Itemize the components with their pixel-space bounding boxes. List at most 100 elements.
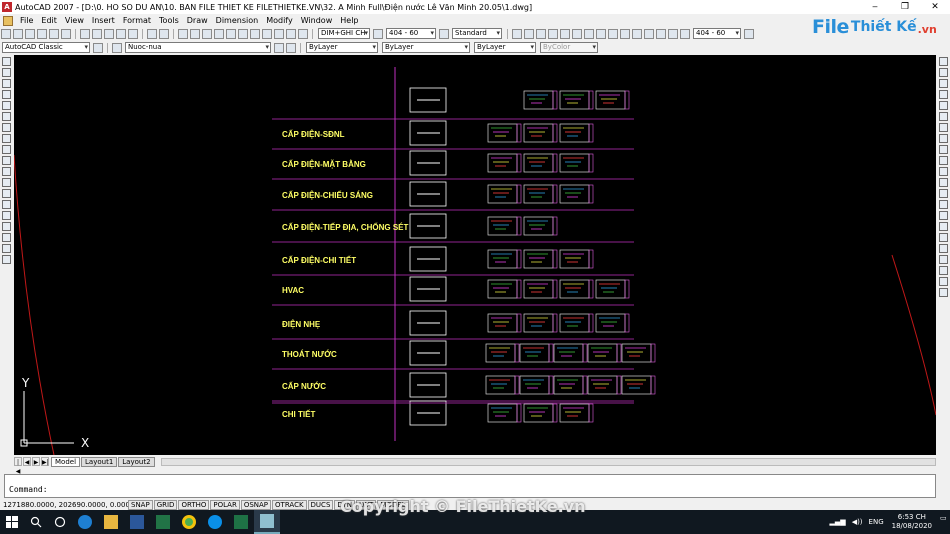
dim-break-icon[interactable] bbox=[656, 28, 666, 39]
sheet-thumbnail[interactable] bbox=[487, 123, 518, 143]
status-polar[interactable]: POLAR bbox=[210, 499, 240, 510]
tab-layout2[interactable]: Layout2 bbox=[118, 456, 155, 467]
sheet-thumbnail[interactable] bbox=[595, 313, 626, 333]
horizontal-scrollbar[interactable] bbox=[160, 457, 936, 466]
offset-icon[interactable] bbox=[939, 90, 948, 99]
menu-view[interactable]: View bbox=[61, 16, 88, 25]
chrome-app-icon[interactable] bbox=[176, 510, 202, 534]
sheet-thumbnail[interactable] bbox=[559, 184, 590, 204]
sheet-thumbnail[interactable] bbox=[487, 216, 518, 236]
sheet-thumbnail[interactable] bbox=[559, 153, 590, 173]
break-point-icon[interactable] bbox=[939, 178, 948, 187]
center-mark-icon[interactable] bbox=[680, 28, 690, 39]
trim-icon[interactable] bbox=[939, 156, 948, 165]
rectangle-icon[interactable] bbox=[2, 101, 11, 110]
sheet-thumbnail[interactable] bbox=[559, 279, 590, 299]
status-otrack[interactable]: OTRACK bbox=[272, 499, 307, 510]
notification-icon[interactable]: ▭ bbox=[940, 514, 948, 530]
undo-icon[interactable] bbox=[147, 28, 157, 39]
multiline-text-icon[interactable] bbox=[2, 255, 11, 264]
dimstyle-icon[interactable] bbox=[373, 28, 383, 39]
plotstyle-select[interactable]: ByColor bbox=[540, 42, 598, 53]
menu-file[interactable]: File bbox=[16, 16, 37, 25]
table-icon[interactable] bbox=[2, 244, 11, 253]
sheet-thumbnail[interactable] bbox=[523, 403, 554, 423]
tool-palettes-icon[interactable] bbox=[250, 28, 260, 39]
sheet-thumbnail[interactable] bbox=[523, 184, 554, 204]
sheet-thumbnail[interactable] bbox=[559, 90, 590, 110]
search-icon[interactable] bbox=[24, 510, 48, 534]
circle-icon[interactable] bbox=[2, 123, 11, 132]
dimstyle-select[interactable]: DIM+GHI CH bbox=[318, 28, 370, 39]
menu-help[interactable]: Help bbox=[336, 16, 362, 25]
markup-icon[interactable] bbox=[274, 28, 284, 39]
rotate-icon[interactable] bbox=[939, 123, 948, 132]
sheet-set-icon[interactable] bbox=[262, 28, 272, 39]
task-view-icon[interactable] bbox=[48, 510, 72, 534]
menu-edit[interactable]: Edit bbox=[37, 16, 61, 25]
dim-baseline-icon[interactable] bbox=[620, 28, 630, 39]
sheet-thumbnail[interactable] bbox=[523, 153, 554, 173]
menu-modify[interactable]: Modify bbox=[262, 16, 297, 25]
menu-insert[interactable]: Insert bbox=[88, 16, 119, 25]
file-explorer-icon[interactable] bbox=[98, 510, 124, 534]
dim-jogged-icon[interactable] bbox=[572, 28, 582, 39]
tab-nav-last[interactable]: ▶| bbox=[41, 457, 49, 466]
tab-nav-next[interactable]: ▶ bbox=[32, 457, 40, 466]
layer-manager-icon[interactable] bbox=[112, 42, 122, 53]
mirror-icon[interactable] bbox=[939, 79, 948, 88]
sheet-thumbnail[interactable] bbox=[587, 375, 618, 395]
paste-icon[interactable] bbox=[104, 28, 114, 39]
zoom-realtime-icon[interactable] bbox=[190, 28, 200, 39]
design-center-icon[interactable] bbox=[238, 28, 248, 39]
tolerance-icon[interactable] bbox=[668, 28, 678, 39]
draworder-icon[interactable] bbox=[939, 244, 948, 253]
array-icon[interactable] bbox=[939, 101, 948, 110]
sheet-thumbnail[interactable] bbox=[523, 313, 554, 333]
sheet-thumbnail[interactable] bbox=[519, 375, 550, 395]
save-icon[interactable] bbox=[25, 28, 35, 39]
scale-select[interactable]: 404 - 60 bbox=[386, 28, 436, 39]
stretch-icon[interactable] bbox=[939, 145, 948, 154]
autocad-taskbar-icon[interactable] bbox=[254, 510, 280, 534]
layer-select[interactable]: Nuoc-nua bbox=[125, 42, 271, 53]
document-icon[interactable] bbox=[3, 15, 13, 26]
menu-dimension[interactable]: Dimension bbox=[212, 16, 263, 25]
dim-linear-icon[interactable] bbox=[512, 28, 522, 39]
zoom-previous-icon[interactable] bbox=[214, 28, 224, 39]
join-icon[interactable] bbox=[939, 200, 948, 209]
block-editor-icon[interactable] bbox=[128, 28, 138, 39]
menu-draw[interactable]: Draw bbox=[183, 16, 212, 25]
sheet-thumbnail[interactable] bbox=[487, 279, 518, 299]
dim-diameter-icon[interactable] bbox=[584, 28, 594, 39]
windows-start-icon[interactable] bbox=[0, 510, 24, 534]
line-icon[interactable] bbox=[2, 57, 11, 66]
sheet-thumbnail[interactable] bbox=[523, 249, 554, 269]
open-icon[interactable] bbox=[13, 28, 23, 39]
dim-ordinate-icon[interactable] bbox=[548, 28, 558, 39]
dim-space-icon[interactable] bbox=[644, 28, 654, 39]
scale-select-2[interactable]: 404 - 60 bbox=[693, 28, 741, 39]
zoom-window-icon[interactable] bbox=[202, 28, 212, 39]
construction-line-icon[interactable] bbox=[2, 68, 11, 77]
dim-angular-icon[interactable] bbox=[596, 28, 606, 39]
break-icon[interactable] bbox=[939, 189, 948, 198]
sheet-thumbnail[interactable] bbox=[621, 375, 652, 395]
sheet-thumbnail[interactable] bbox=[485, 343, 516, 363]
sheet-thumbnail[interactable] bbox=[487, 184, 518, 204]
hatch-icon[interactable] bbox=[2, 211, 11, 220]
properties-icon[interactable] bbox=[226, 28, 236, 39]
make-current-layer-icon[interactable] bbox=[274, 42, 284, 53]
match-layer-icon[interactable] bbox=[939, 266, 948, 275]
make-block-icon[interactable] bbox=[2, 189, 11, 198]
layer-isolate-icon[interactable] bbox=[939, 277, 948, 286]
layer-previous-icon[interactable] bbox=[286, 42, 296, 53]
sheet-thumbnail[interactable] bbox=[595, 90, 626, 110]
menu-window[interactable]: Window bbox=[297, 16, 337, 25]
sheet-thumbnail[interactable] bbox=[559, 403, 590, 423]
scale-icon[interactable] bbox=[939, 134, 948, 143]
erase-icon[interactable] bbox=[939, 57, 948, 66]
sheet-thumbnail[interactable] bbox=[553, 375, 584, 395]
layer-tools-icon[interactable] bbox=[939, 255, 948, 264]
tab-layout1[interactable]: Layout1 bbox=[81, 456, 118, 467]
